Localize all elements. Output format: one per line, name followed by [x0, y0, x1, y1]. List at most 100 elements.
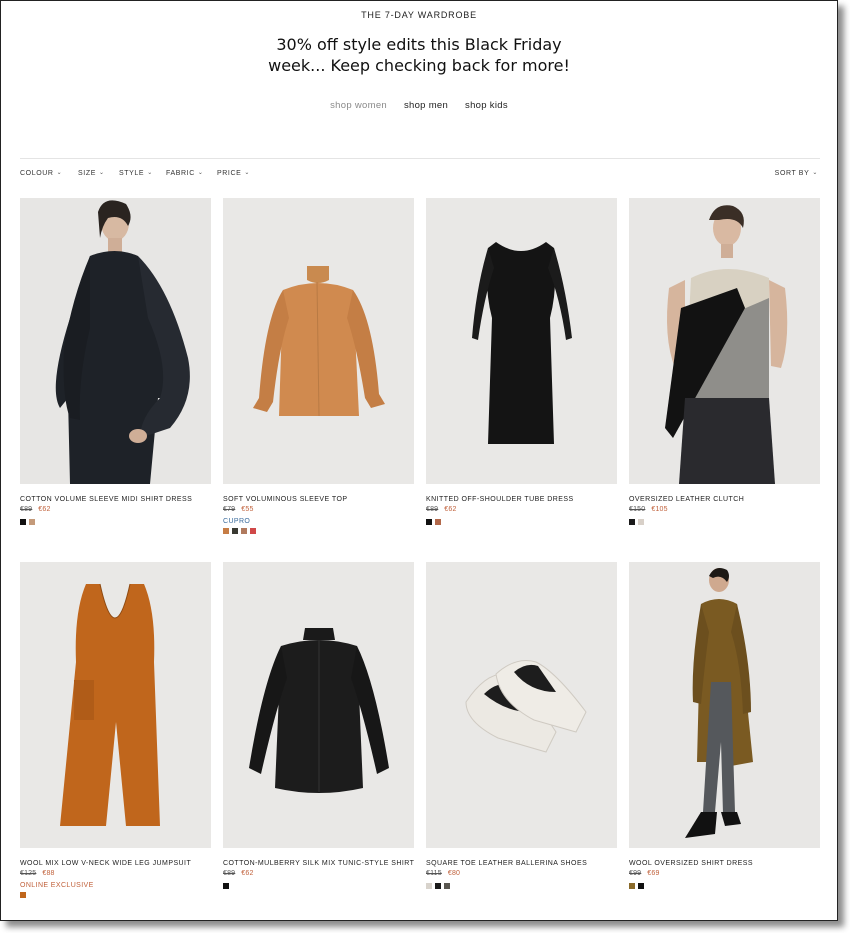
sale-price: €105 — [651, 506, 668, 513]
chevron-down-icon: ⌄ — [244, 170, 251, 176]
page-headline: 30% off style edits this Black Friday we… — [1, 34, 837, 76]
colour-swatch[interactable] — [241, 528, 247, 534]
product-image[interactable] — [20, 198, 211, 484]
colour-swatches — [20, 892, 211, 899]
product-card[interactable]: WOOL OVERSIZED SHIRT DRESS €99 €69 — [629, 562, 820, 890]
shop-kids-link[interactable]: shop kids — [465, 100, 508, 111]
product-name[interactable]: WOOL OVERSIZED SHIRT DRESS — [629, 860, 820, 867]
original-price: €89 — [20, 506, 33, 513]
sale-price: €55 — [241, 506, 254, 513]
sale-price: €62 — [38, 506, 51, 513]
product-name[interactable]: SQUARE TOE LEATHER BALLERINA SHOES — [426, 860, 617, 867]
sale-price: €80 — [447, 870, 461, 877]
chevron-down-icon: ⌄ — [98, 170, 105, 176]
colour-swatch[interactable] — [20, 892, 26, 898]
original-price: €99 — [629, 870, 642, 877]
colour-swatch[interactable] — [250, 528, 256, 534]
colour-swatch[interactable] — [435, 883, 441, 889]
original-price: €89 — [223, 870, 236, 877]
colour-swatch[interactable] — [223, 528, 229, 534]
product-name[interactable]: COTTON-MULBERRY SILK MIX TUNIC-STYLE SHI… — [223, 860, 414, 867]
colour-swatches — [629, 883, 820, 890]
product-price: €115 €80 — [426, 870, 617, 880]
colour-swatch[interactable] — [444, 883, 450, 889]
chevron-down-icon: ⌄ — [197, 170, 204, 176]
shop-men-link[interactable]: shop men — [404, 100, 448, 111]
filter-fabric[interactable]: FABRIC ⌄ — [166, 170, 204, 177]
colour-swatches — [426, 883, 617, 890]
colour-swatch[interactable] — [232, 528, 238, 534]
filter-price[interactable]: PRICE ⌄ — [217, 170, 250, 177]
sale-price: €62 — [444, 506, 457, 513]
product-card[interactable]: COTTON VOLUME SLEEVE MIDI SHIRT DRESS €8… — [20, 198, 211, 526]
product-image[interactable] — [426, 198, 617, 484]
filter-price-label: PRICE — [217, 170, 242, 177]
product-price: €89 €62 — [223, 870, 414, 880]
colour-swatch[interactable] — [426, 883, 432, 889]
chevron-down-icon: ⌄ — [56, 170, 63, 176]
sale-price: €88 — [42, 870, 55, 877]
product-image[interactable] — [629, 198, 820, 484]
shop-links: shop women shop men shop kids — [1, 100, 837, 111]
original-price: €150 — [629, 506, 646, 513]
filter-style[interactable]: STYLE ⌄ — [119, 170, 153, 177]
product-card[interactable]: KNITTED OFF-SHOULDER TUBE DRESS €89 €62 — [426, 198, 617, 526]
filter-colour-label: COLOUR — [20, 170, 54, 177]
chevron-down-icon: ⌄ — [812, 170, 818, 176]
product-price: €89 €62 — [20, 506, 211, 516]
colour-swatch[interactable] — [426, 519, 432, 525]
product-price: €150 €105 — [629, 506, 820, 516]
product-price: €99 €69 — [629, 870, 820, 880]
product-image[interactable] — [426, 562, 617, 848]
product-card[interactable]: WOOL MIX LOW V-NECK WIDE LEG JUMPSUIT €1… — [20, 562, 211, 899]
colour-swatches — [223, 528, 414, 535]
colour-swatch[interactable] — [629, 519, 635, 525]
product-card[interactable]: OVERSIZED LEATHER CLUTCH €150 €105 — [629, 198, 820, 526]
original-price: €115 — [426, 870, 442, 877]
product-image[interactable] — [20, 562, 211, 848]
product-image[interactable] — [223, 198, 414, 484]
product-name[interactable]: KNITTED OFF-SHOULDER TUBE DRESS — [426, 496, 617, 503]
product-image[interactable] — [629, 562, 820, 848]
colour-swatch[interactable] — [29, 519, 35, 525]
product-name[interactable]: WOOL MIX LOW V-NECK WIDE LEG JUMPSUIT — [20, 860, 211, 867]
original-price: €89 — [426, 506, 439, 513]
colour-swatches — [223, 883, 414, 890]
product-card[interactable]: COTTON-MULBERRY SILK MIX TUNIC-STYLE SHI… — [223, 562, 414, 890]
filter-colour[interactable]: COLOUR ⌄ — [20, 170, 62, 177]
product-name[interactable]: COTTON VOLUME SLEEVE MIDI SHIRT DRESS — [20, 496, 211, 503]
colour-swatch[interactable] — [435, 519, 441, 525]
product-card[interactable]: SOFT VOLUMINOUS SLEEVE TOP €79 €55 CUPRO — [223, 198, 414, 535]
product-image[interactable] — [223, 562, 414, 848]
fabric-tag: CUPRO — [223, 518, 251, 525]
product-name[interactable]: SOFT VOLUMINOUS SLEEVE TOP — [223, 496, 414, 503]
filter-style-label: STYLE — [119, 170, 145, 177]
colour-swatch[interactable] — [638, 519, 644, 525]
filter-bar: COLOUR ⌄ SIZE ⌄ STYLE ⌄ FABRIC ⌄ PRICE ⌄ SORT… — [20, 170, 820, 182]
colour-swatch[interactable] — [20, 519, 26, 525]
sort-by-dropdown[interactable]: SORT BY ⌄ — [775, 170, 818, 177]
online-exclusive-tag: ONLINE EXCLUSIVE — [20, 882, 94, 889]
sort-by-label: SORT BY — [774, 170, 810, 177]
chevron-down-icon: ⌄ — [147, 170, 153, 176]
filter-fabric-label: FABRIC — [166, 170, 195, 177]
divider — [20, 158, 820, 159]
sale-price: €62 — [241, 870, 254, 877]
shop-women-link[interactable]: shop women — [330, 100, 387, 111]
filter-size[interactable]: SIZE ⌄ — [78, 170, 105, 177]
page-eyebrow: THE 7-DAY WARDROBE — [361, 10, 477, 20]
product-price: €79 €55 — [223, 506, 414, 516]
colour-swatches — [629, 519, 820, 526]
colour-swatches — [426, 519, 617, 526]
colour-swatches — [20, 519, 211, 526]
colour-swatch[interactable] — [638, 883, 644, 889]
colour-swatch[interactable] — [629, 883, 635, 889]
filter-size-label: SIZE — [78, 170, 96, 177]
original-price: €79 — [223, 506, 236, 513]
page-frame: THE 7-DAY WARDROBE 30% off style edits t… — [0, 0, 838, 921]
product-name[interactable]: OVERSIZED LEATHER CLUTCH — [629, 496, 820, 503]
product-price: €125 €88 — [20, 870, 211, 880]
product-price: €89 €62 — [426, 506, 617, 516]
product-card[interactable]: SQUARE TOE LEATHER BALLERINA SHOES €115 €… — [426, 562, 617, 890]
colour-swatch[interactable] — [223, 883, 229, 889]
